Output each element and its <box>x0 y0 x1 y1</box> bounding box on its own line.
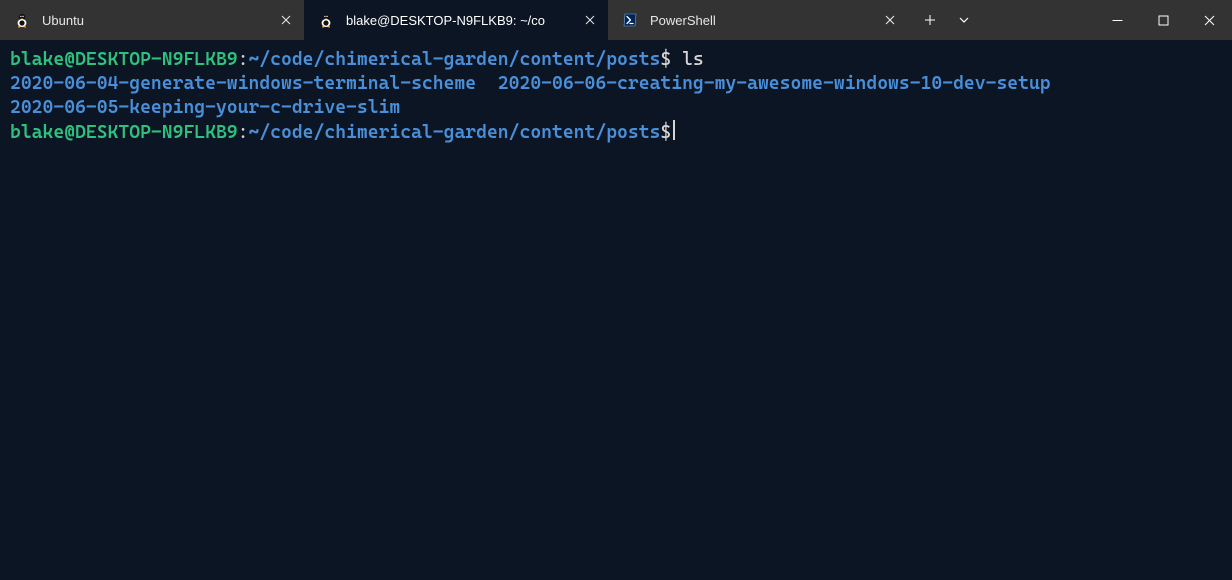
prompt-line-1: blake@DESKTOP-N9FLKB9:~/code/chimerical-… <box>10 48 1222 72</box>
directory-name: 2020-06-04-generate-windows-terminal-sch… <box>10 73 476 94</box>
close-icon[interactable] <box>278 12 294 28</box>
tab-strip: Ubuntu blake@DESKTOP-N9FLKB9: ~/co <box>0 0 908 40</box>
tab-title: Ubuntu <box>42 13 270 28</box>
prompt-colon: : <box>238 49 249 70</box>
tux-icon <box>14 12 30 28</box>
prompt-line-2: blake@DESKTOP-N9FLKB9:~/code/chimerical-… <box>10 120 1222 145</box>
directory-name: 2020-06-05-keeping-your-c-drive-slim <box>10 97 400 118</box>
titlebar-spacer <box>980 0 1094 40</box>
close-icon[interactable] <box>882 12 898 28</box>
prompt-symbol: $ <box>660 122 671 143</box>
terminal-window: Ubuntu blake@DESKTOP-N9FLKB9: ~/co <box>0 0 1232 580</box>
ls-output-line-2: 2020-06-05-keeping-your-c-drive-slim <box>10 96 1222 120</box>
command-text: ls <box>682 49 704 70</box>
terminal-output[interactable]: blake@DESKTOP-N9FLKB9:~/code/chimerical-… <box>0 40 1232 580</box>
prompt-path: ~/code/chimerical-garden/content/posts <box>248 122 660 143</box>
prompt-user: blake@DESKTOP-N9FLKB9 <box>10 49 238 70</box>
tab-title: PowerShell <box>650 13 874 28</box>
prompt-path: ~/code/chimerical-garden/content/posts <box>248 49 660 70</box>
gap <box>476 73 498 94</box>
new-tab-button[interactable] <box>914 0 946 40</box>
tab-actions <box>908 0 980 40</box>
tab-title: blake@DESKTOP-N9FLKB9: ~/co <box>346 13 574 28</box>
titlebar: Ubuntu blake@DESKTOP-N9FLKB9: ~/co <box>0 0 1232 40</box>
close-window-button[interactable] <box>1186 0 1232 40</box>
tab-ubuntu[interactable]: Ubuntu <box>0 0 304 40</box>
tux-icon <box>318 12 334 28</box>
maximize-button[interactable] <box>1140 0 1186 40</box>
tab-wsl-active[interactable]: blake@DESKTOP-N9FLKB9: ~/co <box>304 0 608 40</box>
ls-output-line-1: 2020-06-04-generate-windows-terminal-sch… <box>10 72 1222 96</box>
prompt-user: blake@DESKTOP-N9FLKB9 <box>10 122 238 143</box>
minimize-button[interactable] <box>1094 0 1140 40</box>
directory-name: 2020-06-06-creating-my-awesome-windows-1… <box>498 73 1051 94</box>
command-text <box>671 49 682 70</box>
cursor <box>673 120 675 140</box>
tab-dropdown-button[interactable] <box>948 0 980 40</box>
prompt-colon: : <box>238 122 249 143</box>
powershell-icon <box>622 12 638 28</box>
prompt-symbol: $ <box>660 49 671 70</box>
tab-powershell[interactable]: PowerShell <box>608 0 908 40</box>
close-icon[interactable] <box>582 12 598 28</box>
window-controls <box>1094 0 1232 40</box>
